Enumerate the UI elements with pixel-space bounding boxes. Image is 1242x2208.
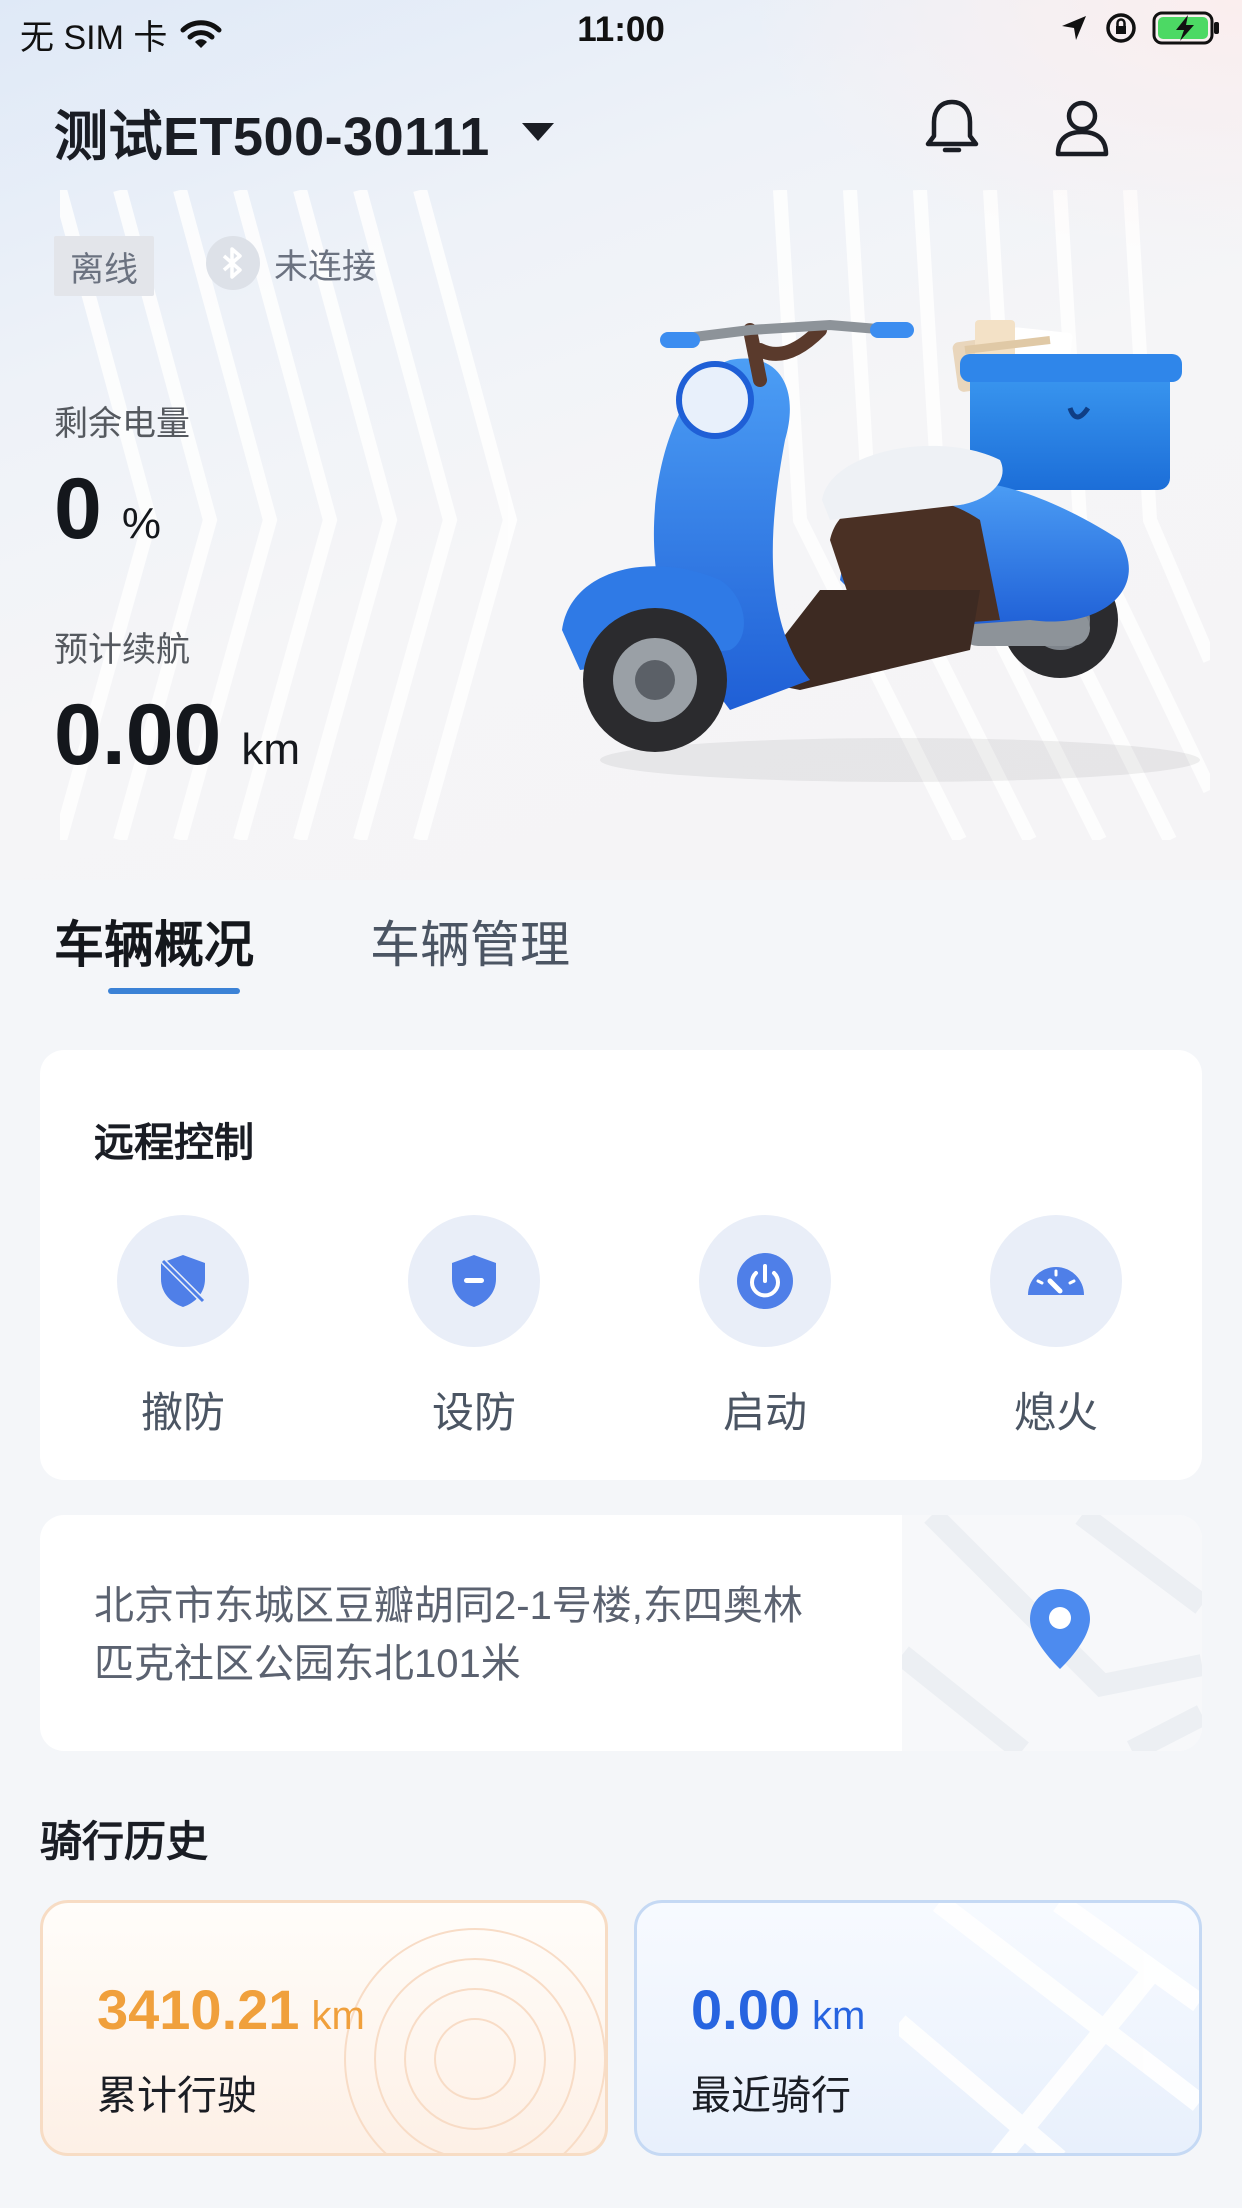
tab-active-indicator <box>108 988 240 994</box>
arm-label: 设防 <box>431 1389 516 1436</box>
total-distance-label: 累计行驶 <box>97 2074 257 2118</box>
bluetooth-icon <box>206 236 260 290</box>
range-value: 0.00 <box>54 687 222 783</box>
recent-ride-value-group: 0.00 km <box>691 1977 865 2042</box>
battery-label: 剩余电量 <box>54 405 190 443</box>
total-distance-value: 3410.21 <box>97 1978 300 2041</box>
vehicle-title: 测试ET500-30111 <box>54 107 490 167</box>
disarm-label: 撤防 <box>140 1389 225 1436</box>
ignition-off-button[interactable]: 熄火 <box>956 1215 1156 1440</box>
total-distance-value-group: 3410.21 km <box>97 1977 365 2042</box>
location-arrow-icon <box>1062 16 1086 40</box>
range-unit: km <box>241 725 301 774</box>
shield-icon <box>408 1215 540 1347</box>
remote-control-card: 远程控制 撤防 设防 启动 熄火 <box>40 1050 1202 1480</box>
tab-vehicle-overview[interactable]: 车辆概况 <box>54 905 254 977</box>
ignition-off-label: 熄火 <box>1013 1389 1098 1436</box>
disarm-button[interactable]: 撤防 <box>83 1215 283 1440</box>
location-address: 北京市东城区豆瓣胡同2-1号楼,东四奥林 匹克社区公园东北101米 <box>94 1577 874 1693</box>
address-line-2: 匹克社区公园东北101米 <box>94 1642 521 1686</box>
battery-value-group: 0 % <box>54 460 161 559</box>
battery-value: 0 <box>54 461 102 557</box>
status-icons <box>1058 10 1222 46</box>
bluetooth-label: 未连接 <box>274 247 376 286</box>
tab-vehicle-management[interactable]: 车辆管理 <box>370 905 570 977</box>
range-label: 预计续航 <box>54 631 190 669</box>
start-label: 启动 <box>722 1389 807 1436</box>
start-button[interactable]: 启动 <box>665 1215 865 1440</box>
battery-unit: % <box>121 499 161 548</box>
shield-off-icon <box>117 1215 249 1347</box>
caret-down-icon <box>521 122 554 141</box>
total-distance-card[interactable]: 3410.21 km 累计行驶 <box>40 1900 608 2156</box>
map-lines-decoration <box>899 1903 1199 2153</box>
vehicle-selector[interactable]: 测试ET500-30111 <box>54 92 556 171</box>
total-distance-unit: km <box>311 1994 365 2038</box>
user-profile-icon[interactable] <box>1052 96 1112 158</box>
map-pin-icon <box>1030 1589 1090 1669</box>
power-icon <box>699 1215 831 1347</box>
rotation-lock-icon <box>1106 13 1136 43</box>
recent-ride-card[interactable]: 0.00 km 最近骑行 <box>634 1900 1202 2156</box>
bluetooth-status[interactable]: 未连接 <box>206 236 376 290</box>
ride-history-title: 骑行历史 <box>40 1818 209 1865</box>
battery-charging-icon <box>1152 11 1219 45</box>
recent-ride-value: 0.00 <box>691 1978 800 2041</box>
bell-icon[interactable] <box>922 96 982 158</box>
arm-button[interactable]: 设防 <box>374 1215 574 1440</box>
location-card[interactable]: 北京市东城区豆瓣胡同2-1号楼,东四奥林 匹克社区公园东北101米 <box>40 1515 1202 1751</box>
status-time: 11:00 <box>577 10 665 49</box>
address-line-1: 北京市东城区豆瓣胡同2-1号楼,东四奥林 <box>94 1584 803 1628</box>
offline-badge: 离线 <box>54 236 154 296</box>
recent-ride-unit: km <box>812 1994 866 2038</box>
status-bar: 无 SIM 卡 11:00 <box>0 0 1242 62</box>
remote-control-title: 远程控制 <box>94 1121 254 1165</box>
recent-ride-label: 最近骑行 <box>691 2074 851 2118</box>
scooter-illustration <box>562 319 1200 782</box>
range-value-group: 0.00 km <box>54 686 300 785</box>
speedometer-icon <box>990 1215 1122 1347</box>
